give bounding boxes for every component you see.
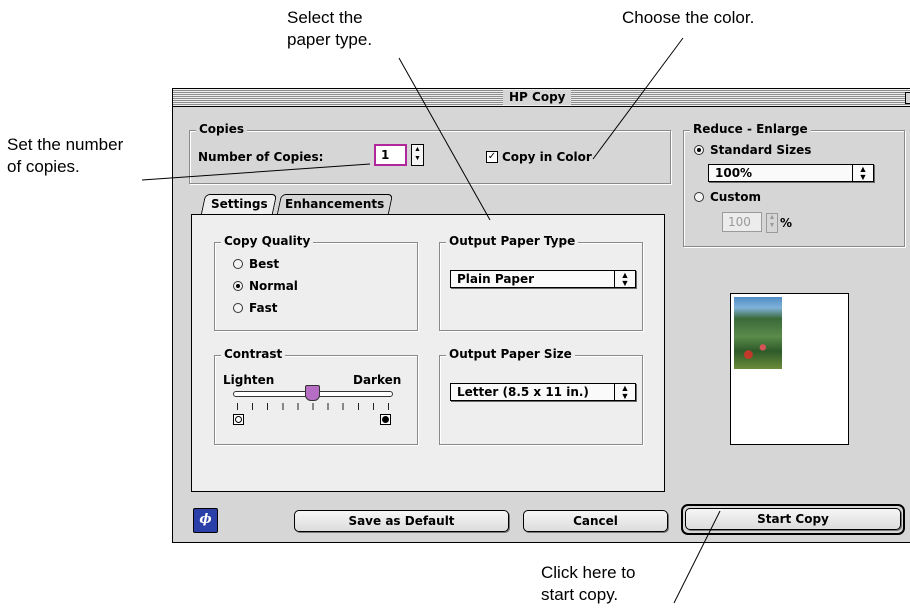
- contrast-label: Contrast: [221, 347, 286, 361]
- number-of-copies-field[interactable]: 1: [374, 144, 407, 166]
- output-paper-type-value: Plain Paper: [457, 272, 535, 286]
- copy-in-color-label: Copy in Color: [502, 150, 592, 164]
- output-paper-size-popup[interactable]: Letter (8.5 x 11 in.) ▲ ▼: [450, 383, 636, 401]
- copy-in-color-checkbox[interactable]: ✓: [486, 151, 498, 163]
- tab-enhancements-label: Enhancements: [285, 197, 385, 211]
- tab-enhancements[interactable]: Enhancements: [276, 194, 394, 214]
- settings-tab-panel: Copy Quality Best Normal Fast Output Pap…: [191, 214, 665, 492]
- contrast-dark-icon: [380, 414, 391, 425]
- tab-settings-label: Settings: [210, 197, 268, 211]
- copy-preview-page: [730, 293, 849, 445]
- quality-best-radio[interactable]: [233, 259, 243, 269]
- copies-stepper[interactable]: ▲ ▼: [411, 144, 424, 166]
- standard-sizes-label: Standard Sizes: [710, 143, 812, 157]
- custom-percent-field[interactable]: 100: [722, 212, 762, 232]
- output-paper-size-group: Output Paper Size Letter (8.5 x 11 in.) …: [439, 347, 643, 445]
- save-as-default-button[interactable]: Save as Default: [294, 510, 509, 532]
- output-paper-type-popup[interactable]: Plain Paper ▲ ▼: [450, 270, 636, 288]
- number-of-copies-value: 1: [381, 148, 390, 162]
- cancel-button[interactable]: Cancel: [523, 510, 668, 532]
- quality-best-label: Best: [249, 257, 280, 271]
- output-paper-size-value: Letter (8.5 x 11 in.): [457, 385, 589, 399]
- custom-percent-value: 100: [728, 215, 751, 229]
- callout-color: Choose the color.: [622, 8, 755, 27]
- hp-logo-icon: ϕ: [193, 508, 218, 533]
- up-down-arrows-icon: ▲ ▼: [614, 384, 635, 401]
- contrast-group: Contrast Lighten Darken: [214, 347, 418, 445]
- callout-paper-type: Select the paper type.: [287, 8, 373, 49]
- reduce-enlarge-label: Reduce - Enlarge: [690, 122, 811, 136]
- copies-group: Copies Number of Copies: 1 ▲ ▼ ✓ Copy in …: [189, 122, 671, 184]
- reduce-enlarge-group: Reduce - Enlarge Standard Sizes 100% ▲ ▼ …: [683, 122, 905, 247]
- quality-fast-radio[interactable]: [233, 303, 243, 313]
- quality-normal-radio[interactable]: [233, 281, 243, 291]
- quality-fast-label: Fast: [249, 301, 278, 315]
- zoom-box-icon[interactable]: [905, 92, 910, 104]
- number-of-copies-label: Number of Copies:: [198, 150, 324, 164]
- tab-settings[interactable]: Settings: [200, 194, 278, 214]
- copy-quality-label: Copy Quality: [221, 234, 314, 248]
- output-paper-type-group: Output Paper Type Plain Paper ▲ ▼: [439, 234, 643, 331]
- output-paper-size-label: Output Paper Size: [446, 347, 575, 361]
- preview-photo-thumbnail: [734, 297, 782, 369]
- title-bar[interactable]: HP Copy: [173, 89, 910, 107]
- callout-start-copy: Click here to start copy.: [541, 563, 636, 604]
- custom-radio[interactable]: [694, 192, 704, 202]
- custom-label: Custom: [710, 190, 761, 204]
- contrast-lighten-label: Lighten: [223, 373, 275, 387]
- hp-copy-window: HP Copy Copies Number of Copies: 1 ▲ ▼ ✓ …: [172, 88, 910, 543]
- contrast-slider-thumb[interactable]: [305, 385, 320, 401]
- standard-sizes-radio[interactable]: [694, 145, 704, 155]
- output-paper-type-label: Output Paper Type: [446, 234, 579, 248]
- copies-group-label: Copies: [196, 122, 248, 136]
- window-title: HP Copy: [503, 90, 572, 105]
- contrast-darken-label: Darken: [353, 373, 402, 387]
- contrast-light-icon: [233, 414, 244, 425]
- quality-normal-label: Normal: [249, 279, 298, 293]
- copy-quality-group: Copy Quality Best Normal Fast: [214, 234, 418, 331]
- contrast-tick-marks: [237, 403, 389, 410]
- percent-sign: %: [780, 216, 793, 230]
- standard-sizes-value: 100%: [715, 166, 753, 180]
- custom-percent-stepper[interactable]: ▲ ▼: [766, 213, 778, 233]
- standard-sizes-popup[interactable]: 100% ▲ ▼: [708, 164, 874, 182]
- up-down-arrows-icon: ▲ ▼: [614, 271, 635, 288]
- callout-copies: Set the number of copies.: [7, 135, 124, 176]
- start-copy-button[interactable]: Start Copy: [685, 508, 901, 530]
- start-copy-button-frame: Start Copy: [681, 504, 905, 535]
- up-down-arrows-icon: ▲ ▼: [852, 165, 873, 182]
